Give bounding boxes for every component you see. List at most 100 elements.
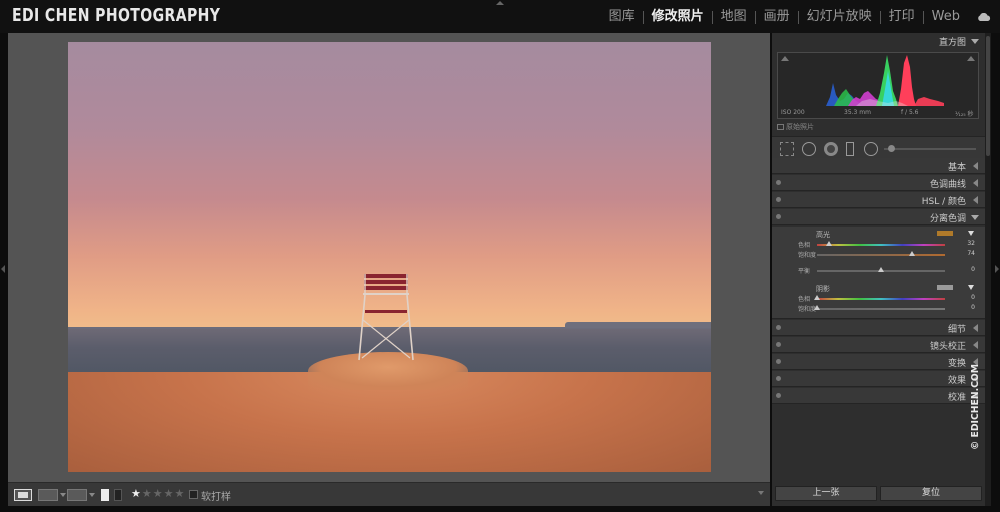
panel-switch-icon[interactable]: [776, 393, 781, 398]
panel-switch-icon[interactable]: [776, 197, 781, 202]
panel-header-histogram[interactable]: 直方图: [772, 33, 985, 49]
shadows-saturation-slider[interactable]: [817, 308, 945, 310]
slider-label: 饱和度: [798, 252, 817, 259]
panel-switch-icon[interactable]: [776, 342, 781, 347]
adjustment-brush-knob[interactable]: [888, 145, 895, 152]
highlights-hue-value[interactable]: 32: [955, 240, 975, 247]
panel-switch-icon[interactable]: [776, 214, 781, 219]
balance-value[interactable]: 0: [955, 266, 975, 273]
highlights-label: 高光: [816, 231, 830, 239]
star-icon[interactable]: ★: [153, 487, 164, 500]
chevron-down-icon[interactable]: [60, 493, 66, 497]
panel-header-effects[interactable]: 效果: [772, 371, 985, 387]
highlights-saturation-value[interactable]: 74: [955, 250, 975, 257]
shadows-picker-icon[interactable]: [968, 285, 974, 290]
panel-header-lens-corrections[interactable]: 镜头校正: [772, 337, 985, 353]
panel-header-tone-curve[interactable]: 色调曲线: [772, 175, 985, 191]
panel-header-transform[interactable]: 变换: [772, 354, 985, 370]
shadows-hue-slider[interactable]: [817, 298, 945, 300]
panel-switch-icon[interactable]: [776, 376, 781, 381]
split-toning-panel: 高光 色相 32 饱和度 74 平衡 0 阴影 色相 0 饱和度 0: [772, 227, 985, 319]
reject-flag-icon[interactable]: [114, 489, 122, 501]
adjustment-brush-slider[interactable]: [884, 148, 976, 150]
left-panel-toggle-icon[interactable]: [1, 265, 5, 273]
shadow-clipping-icon[interactable]: [781, 56, 789, 61]
slider-knob[interactable]: [825, 241, 832, 246]
slider-knob[interactable]: [814, 305, 820, 310]
slider-knob[interactable]: [908, 251, 915, 256]
chevron-down-icon[interactable]: [971, 39, 979, 44]
shadows-saturation-value[interactable]: 0: [955, 304, 975, 311]
crop-icon[interactable]: [780, 142, 794, 156]
panel-switch-icon[interactable]: [776, 180, 781, 185]
compare-view-button[interactable]: [67, 489, 87, 501]
highlights-picker-icon[interactable]: [968, 231, 974, 236]
chevron-left-icon[interactable]: [973, 324, 978, 332]
slider-knob[interactable]: [814, 295, 820, 300]
highlights-color-swatch[interactable]: [937, 231, 953, 236]
panel-header-hsl[interactable]: HSL / 颜色: [772, 192, 985, 208]
shadows-color-swatch[interactable]: [937, 285, 953, 290]
module-develop[interactable]: 修改照片: [644, 9, 712, 25]
highlights-saturation-slider[interactable]: [817, 254, 945, 256]
panel-title: 细节: [947, 325, 966, 335]
spot-removal-icon[interactable]: [802, 142, 816, 156]
panel-title: 镜头校正: [929, 342, 966, 352]
exif-focal-length: 35.3 mm: [844, 109, 871, 116]
star-rating[interactable]: ★★★★★: [131, 487, 185, 500]
scrollbar-thumb[interactable]: [986, 36, 990, 156]
panel-header-detail[interactable]: 细节: [772, 320, 985, 336]
panel-header-split-toning[interactable]: 分离色调: [772, 209, 985, 225]
chevron-down-icon[interactable]: [971, 215, 979, 220]
panel-switch-icon[interactable]: [776, 325, 781, 330]
slider-label: 平衡: [798, 268, 811, 275]
reset-button[interactable]: 复位: [880, 486, 982, 501]
image-canvas[interactable]: [8, 33, 770, 482]
right-panel-toggle-icon[interactable]: [995, 265, 999, 273]
original-photo-toggle[interactable]: 原始照片: [777, 122, 814, 132]
module-web[interactable]: Web: [924, 9, 968, 25]
star-icon[interactable]: ★: [175, 487, 186, 500]
radial-filter-icon[interactable]: [864, 142, 878, 156]
panel-header-calibration[interactable]: 校准: [772, 388, 985, 404]
chevron-left-icon[interactable]: [973, 196, 978, 204]
previous-button[interactable]: 上一张: [775, 486, 877, 501]
module-book[interactable]: 画册: [756, 9, 798, 25]
watermark: © EDICHEN.COM: [970, 364, 981, 450]
slider-label: 色相: [798, 296, 811, 303]
original-photo-checkbox[interactable]: [777, 124, 784, 130]
photo-preview[interactable]: [68, 42, 711, 472]
red-eye-icon[interactable]: [824, 142, 838, 156]
shadows-hue-value[interactable]: 0: [955, 294, 975, 301]
chevron-down-icon[interactable]: [758, 491, 764, 495]
module-library[interactable]: 图库: [601, 9, 643, 25]
star-icon[interactable]: ★: [131, 487, 142, 500]
before-after-view-button[interactable]: [38, 489, 58, 501]
slider-knob[interactable]: [878, 267, 884, 272]
highlights-hue-slider[interactable]: [817, 244, 945, 246]
star-icon[interactable]: ★: [164, 487, 175, 500]
top-panel-toggle-icon[interactable]: [496, 1, 504, 5]
module-slideshow[interactable]: 幻灯片放映: [799, 9, 880, 25]
highlight-clipping-icon[interactable]: [967, 56, 975, 61]
module-print[interactable]: 打印: [881, 9, 923, 25]
shadows-label: 阴影: [816, 285, 830, 293]
panel-header-basic[interactable]: 基本: [772, 158, 985, 174]
module-map[interactable]: 地图: [713, 9, 755, 25]
exif-iso: ISO 200: [781, 109, 805, 116]
histogram[interactable]: ISO 200 35.3 mm f / 5.6 ¹⁄₁₂₅ 秒: [777, 52, 979, 119]
chevron-left-icon[interactable]: [973, 179, 978, 187]
loupe-view-button[interactable]: [14, 489, 32, 501]
graduated-filter-icon[interactable]: [846, 142, 854, 156]
cloud-icon[interactable]: [977, 13, 991, 21]
develop-right-panel: 直方图 ISO 200 35.3 mm f / 5.6 ¹⁄₁₂₅ 秒 原始照片: [772, 33, 985, 506]
panel-switch-icon[interactable]: [776, 359, 781, 364]
histogram-graph: [826, 55, 944, 106]
chevron-left-icon[interactable]: [973, 341, 978, 349]
star-icon[interactable]: ★: [142, 487, 153, 500]
chevron-down-icon[interactable]: [89, 493, 95, 497]
pick-flag-icon[interactable]: [101, 489, 109, 501]
chevron-left-icon[interactable]: [973, 162, 978, 170]
slider-label: 色相: [798, 242, 811, 249]
soft-proof-checkbox[interactable]: [189, 490, 198, 499]
